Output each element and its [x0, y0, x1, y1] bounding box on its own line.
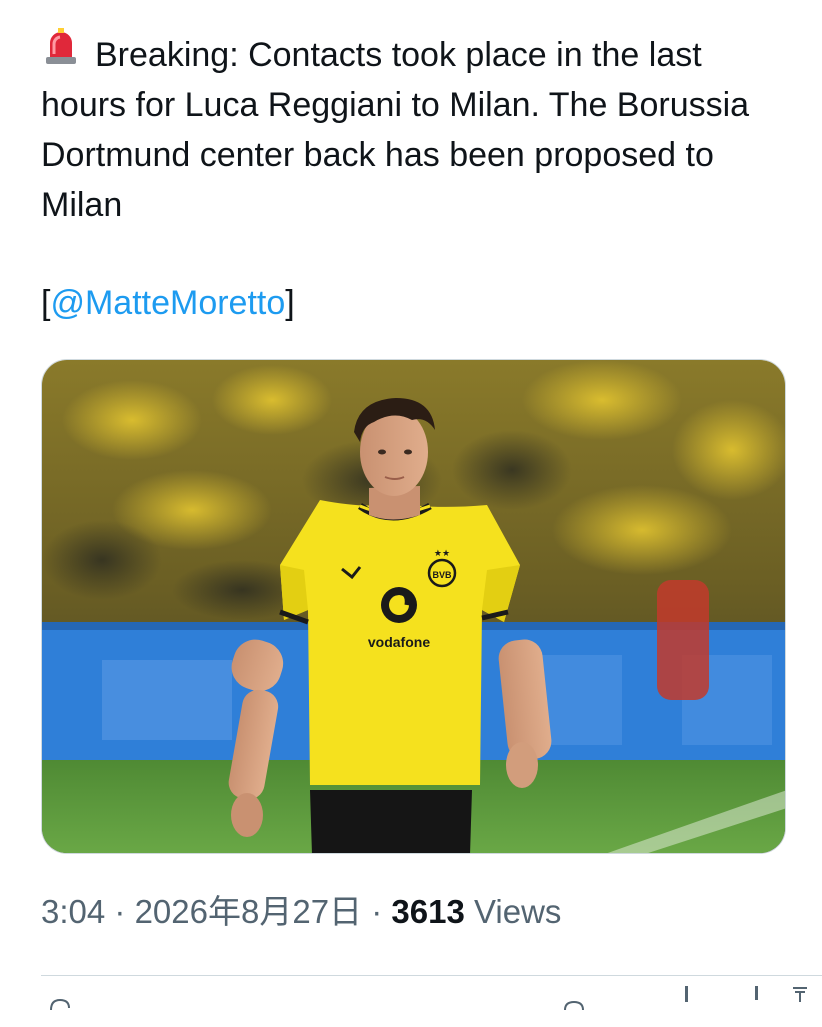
source-attribution: [@MatteMoretto] — [41, 278, 295, 328]
tweet-photo[interactable]: vodafone BVB ★★ — [41, 359, 786, 854]
meta-separator: · — [114, 893, 126, 930]
like-icon[interactable] — [561, 986, 587, 1027]
tweet-time[interactable]: 3:04 — [41, 893, 105, 930]
views-count: 3613 — [391, 893, 465, 930]
sponsor-logo: vodafone — [368, 634, 430, 650]
svg-text:★★: ★★ — [434, 548, 450, 558]
bookmark-icon[interactable] — [747, 986, 767, 1027]
police-car-light-icon — [41, 26, 81, 80]
reply-icon[interactable] — [47, 986, 73, 1027]
divider — [41, 975, 822, 976]
svg-text:BVB: BVB — [432, 570, 452, 580]
share-icon[interactable] — [789, 986, 813, 1027]
bracket-close: ] — [285, 284, 295, 322]
meta-separator: · — [371, 893, 383, 930]
action-bar — [41, 986, 822, 1022]
views-stats-icon[interactable] — [677, 986, 697, 1027]
tweet-date[interactable]: 2026年8月27日 — [135, 893, 362, 930]
mention-link[interactable]: @MatteMoretto — [50, 284, 285, 322]
tweet-body: Breaking: Contacts took place in the las… — [41, 36, 750, 225]
tweet-text: Breaking: Contacts took place in the las… — [41, 28, 791, 230]
views-label: Views — [474, 893, 562, 930]
tweet-meta: 3:04 · 2026年8月27日 · 3613 Views — [41, 888, 561, 936]
